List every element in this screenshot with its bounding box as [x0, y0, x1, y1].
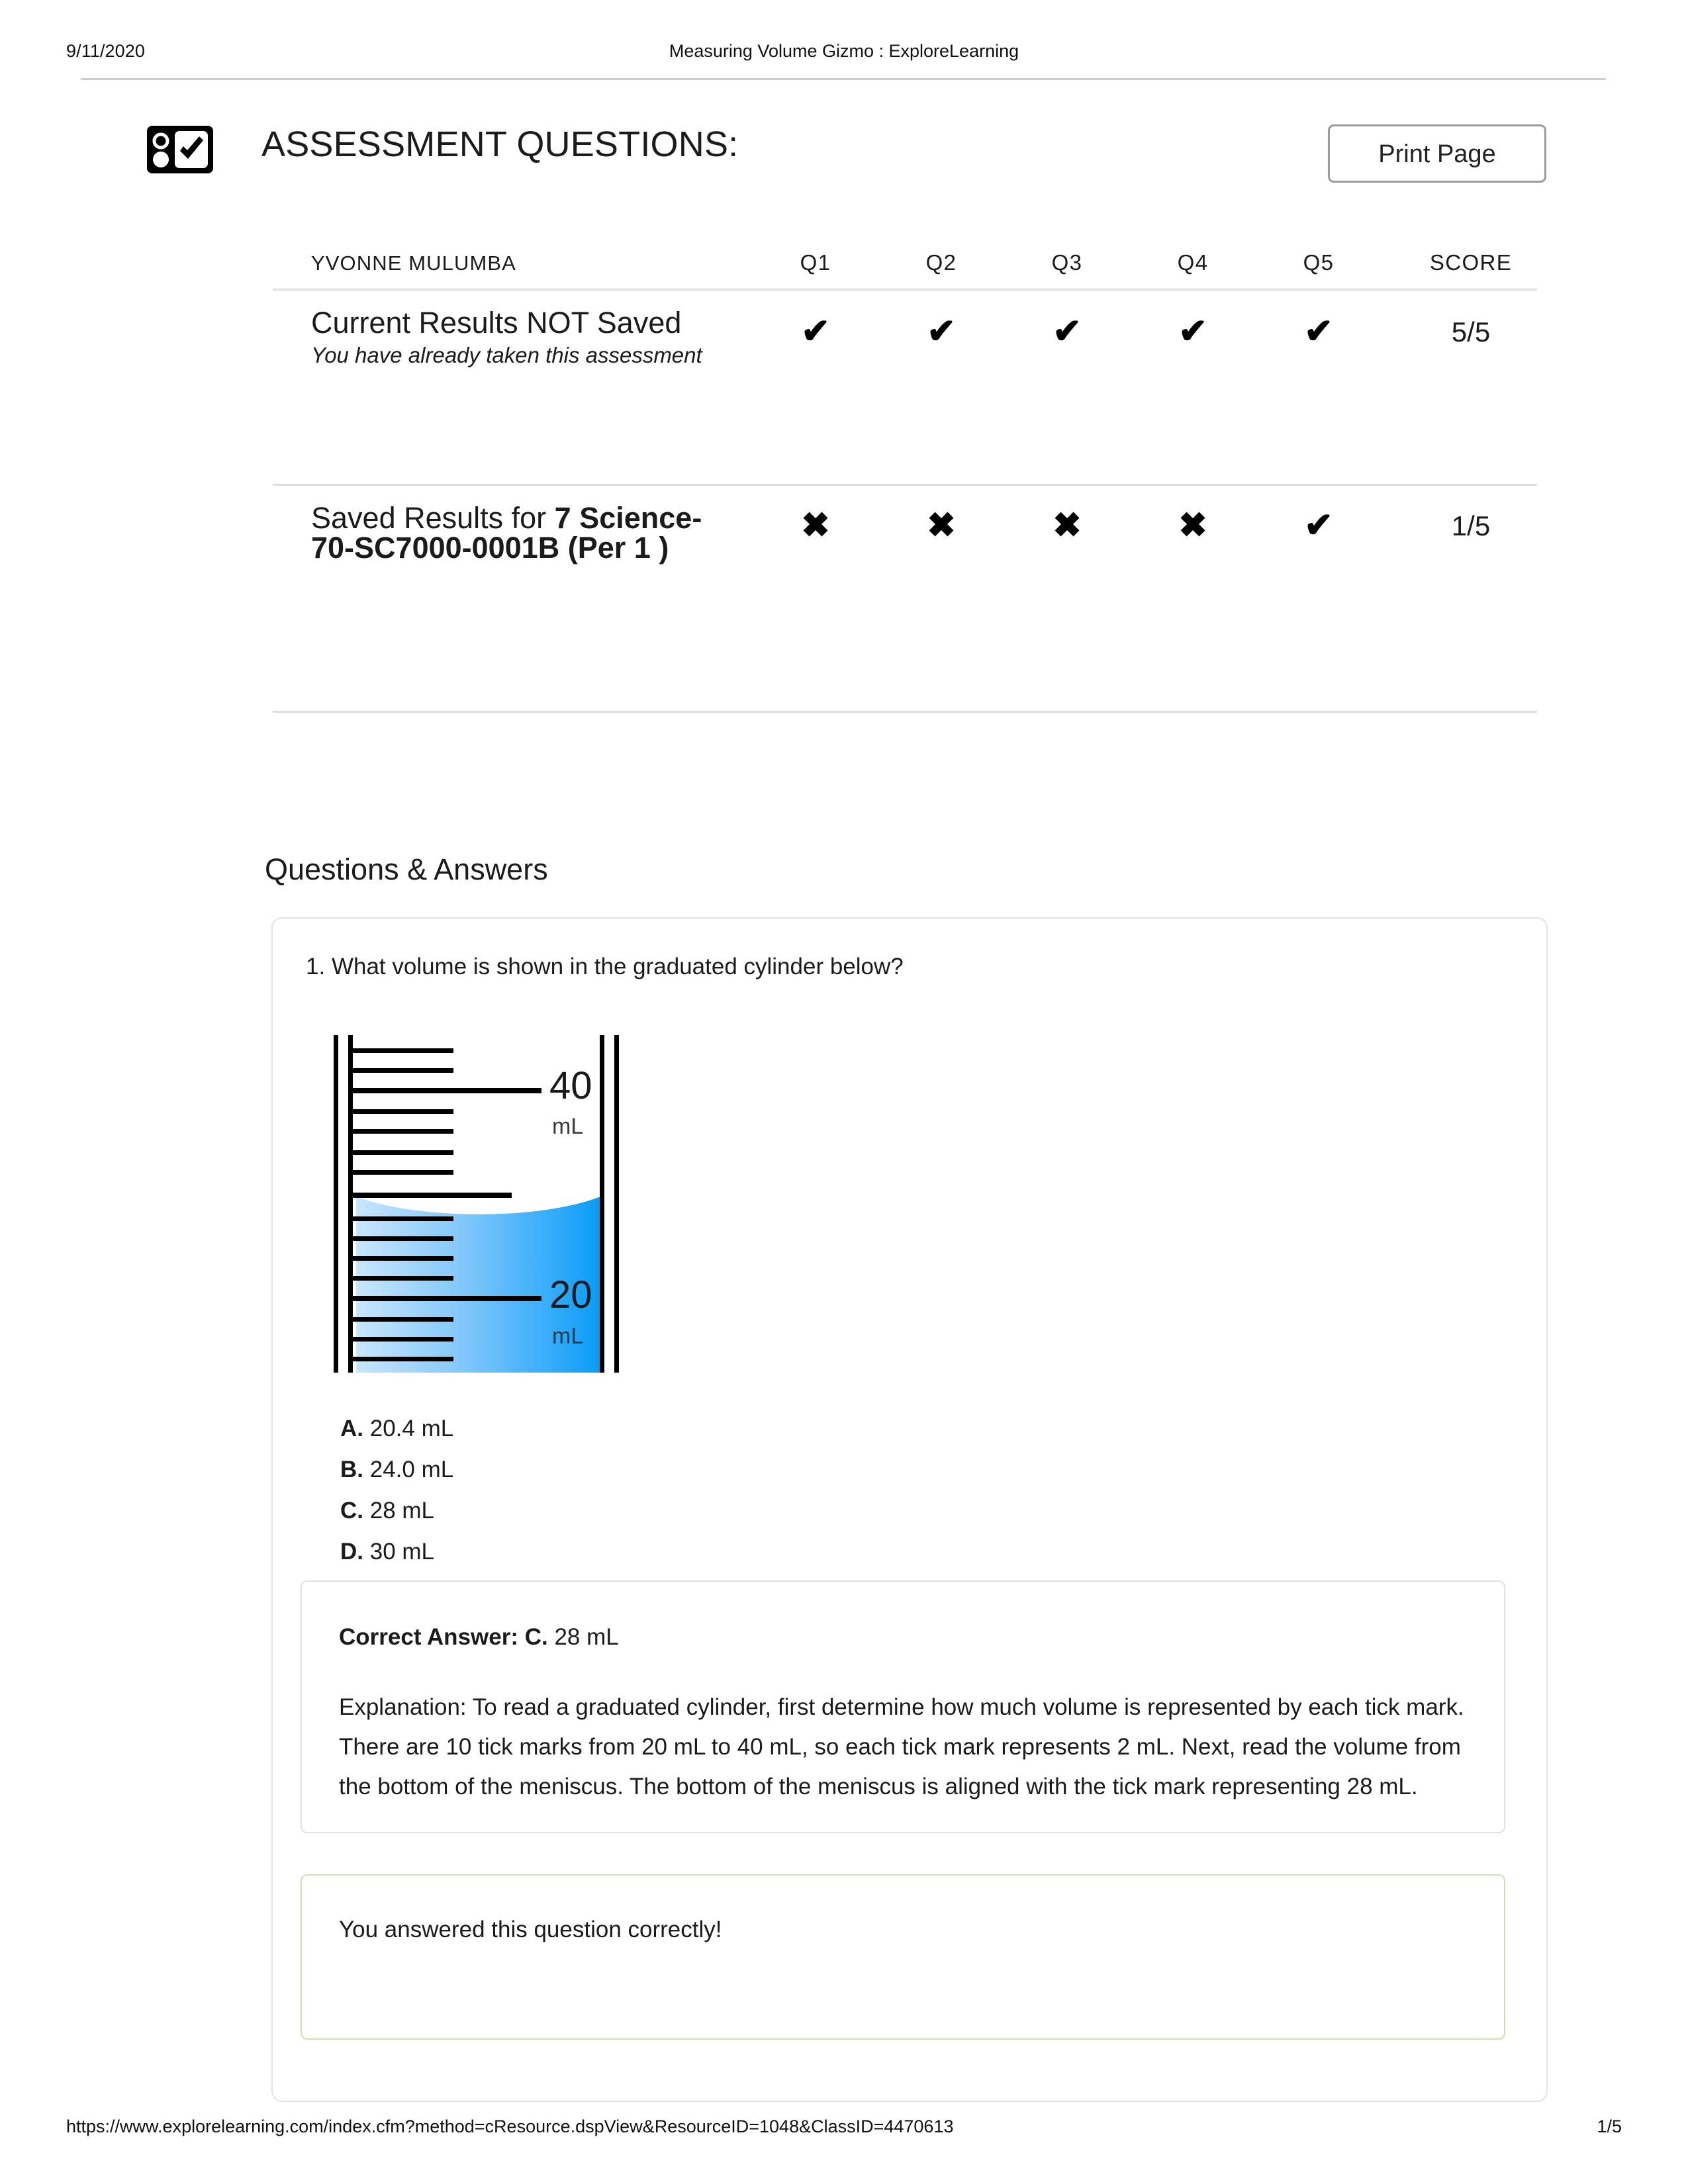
- mark-q3-current: ✔: [1053, 312, 1082, 351]
- saved-results-prefix: Saved Results for: [311, 501, 555, 535]
- column-header-q2: Q2: [925, 250, 957, 275]
- correct-answer-label: Correct Answer: C.: [339, 1624, 548, 1650]
- mark-q4-current: ✔: [1178, 312, 1207, 351]
- option-a-text: 20.4 mL: [369, 1416, 454, 1441]
- mark-q2-saved: ✖: [927, 506, 956, 545]
- option-a[interactable]: A. 20.4 mL: [340, 1408, 453, 1449]
- results-divider-bottom: [273, 711, 1537, 713]
- option-b-text: 24.0 mL: [369, 1457, 454, 1482]
- answer-options: A. 20.4 mL B. 24.0 mL C. 28 mL D. 30 mL: [340, 1408, 453, 1572]
- mark-q5-current: ✔: [1304, 312, 1333, 351]
- column-header-score: SCORE: [1429, 250, 1513, 275]
- assessment-title-row: ASSESSMENT QUESTIONS: Print Page: [0, 118, 1688, 197]
- svg-text:40: 40: [549, 1064, 592, 1107]
- column-header-q3: Q3: [1051, 250, 1083, 275]
- option-d-text: 30 mL: [369, 1539, 435, 1565]
- feedback-text: You answered this question correctly!: [339, 1917, 722, 1942]
- questions-answers-heading: Questions & Answers: [265, 852, 548, 886]
- option-c-text: 28 mL: [369, 1498, 435, 1524]
- column-header-q4: Q4: [1177, 250, 1209, 275]
- column-header-q5: Q5: [1303, 250, 1335, 275]
- correct-answer-line: Correct Answer: C. 28 mL: [339, 1624, 619, 1651]
- svg-text:mL: mL: [552, 1114, 583, 1139]
- option-c[interactable]: C. 28 mL: [340, 1490, 453, 1531]
- graduated-cylinder-image: 40 mL 20 mL: [319, 1024, 657, 1382]
- page-title: ASSESSMENT QUESTIONS:: [261, 124, 739, 164]
- question-prompt-text: What volume is shown in the graduated cy…: [331, 954, 904, 979]
- footer-url: https://www.explorelearning.com/index.cf…: [66, 2116, 954, 2136]
- mark-q4-saved: ✖: [1178, 506, 1207, 545]
- option-d-letter: D.: [340, 1539, 363, 1565]
- current-results-note: You have already taken this assessment: [311, 343, 702, 367]
- option-d[interactable]: D. 30 mL: [340, 1531, 453, 1572]
- results-table-header: YVONNE MULUMBA Q1 Q2 Q3 Q4 Q5 SCORE: [273, 238, 1537, 289]
- header-divider: [81, 78, 1606, 80]
- results-row-label-current: Current Results NOT Saved You have alrea…: [311, 308, 722, 367]
- print-footer: https://www.explorelearning.com/index.cf…: [0, 2116, 1688, 2143]
- footer-page-number: 1/5: [1597, 2116, 1622, 2136]
- mark-q1-current: ✔: [801, 312, 830, 351]
- student-name: YVONNE MULUMBA: [311, 251, 516, 275]
- option-a-letter: A.: [340, 1416, 363, 1441]
- option-b[interactable]: B. 24.0 mL: [340, 1449, 453, 1490]
- results-row-saved: Saved Results for 7 Science-70-SC7000-00…: [273, 486, 1537, 711]
- svg-text:20: 20: [549, 1273, 592, 1316]
- option-b-letter: B.: [340, 1457, 363, 1482]
- mark-q3-saved: ✖: [1053, 506, 1082, 545]
- mark-q1-saved: ✖: [801, 506, 830, 545]
- print-page-button[interactable]: Print Page: [1328, 124, 1546, 183]
- score-saved: 1/5: [1451, 510, 1491, 541]
- print-document-title: Measuring Volume Gizmo : ExploreLearning: [669, 41, 1019, 61]
- correct-answer-value: 28 mL: [554, 1624, 619, 1650]
- results-table: YVONNE MULUMBA Q1 Q2 Q3 Q4 Q5 SCORE Curr…: [273, 238, 1537, 713]
- mark-q2-current: ✔: [927, 312, 956, 351]
- assessment-checkbox-icon: [147, 126, 213, 173]
- svg-text:mL: mL: [552, 1324, 583, 1349]
- explanation-box: Correct Answer: C. 28 mL Explanation: To…: [301, 1580, 1505, 1833]
- explanation-text: Explanation: To read a graduated cylinde…: [339, 1694, 1464, 1799]
- feedback-box: You answered this question correctly!: [301, 1874, 1505, 2040]
- results-row-label-saved: Saved Results for 7 Science-70-SC7000-00…: [311, 503, 722, 563]
- question-prompt: 1. What volume is shown in the graduated…: [306, 954, 904, 980]
- question-number: 1.: [306, 954, 326, 979]
- results-row-current: Current Results NOT Saved You have alrea…: [273, 291, 1537, 484]
- column-header-q1: Q1: [800, 250, 831, 275]
- current-results-main: Current Results NOT Saved: [311, 306, 682, 340]
- question-card: 1. What volume is shown in the graduated…: [271, 917, 1548, 2102]
- mark-q5-saved: ✔: [1304, 506, 1333, 545]
- score-current: 5/5: [1451, 316, 1491, 347]
- option-c-letter: C.: [340, 1498, 363, 1524]
- print-header: 9/11/2020 Measuring Volume Gizmo : Explo…: [0, 41, 1688, 68]
